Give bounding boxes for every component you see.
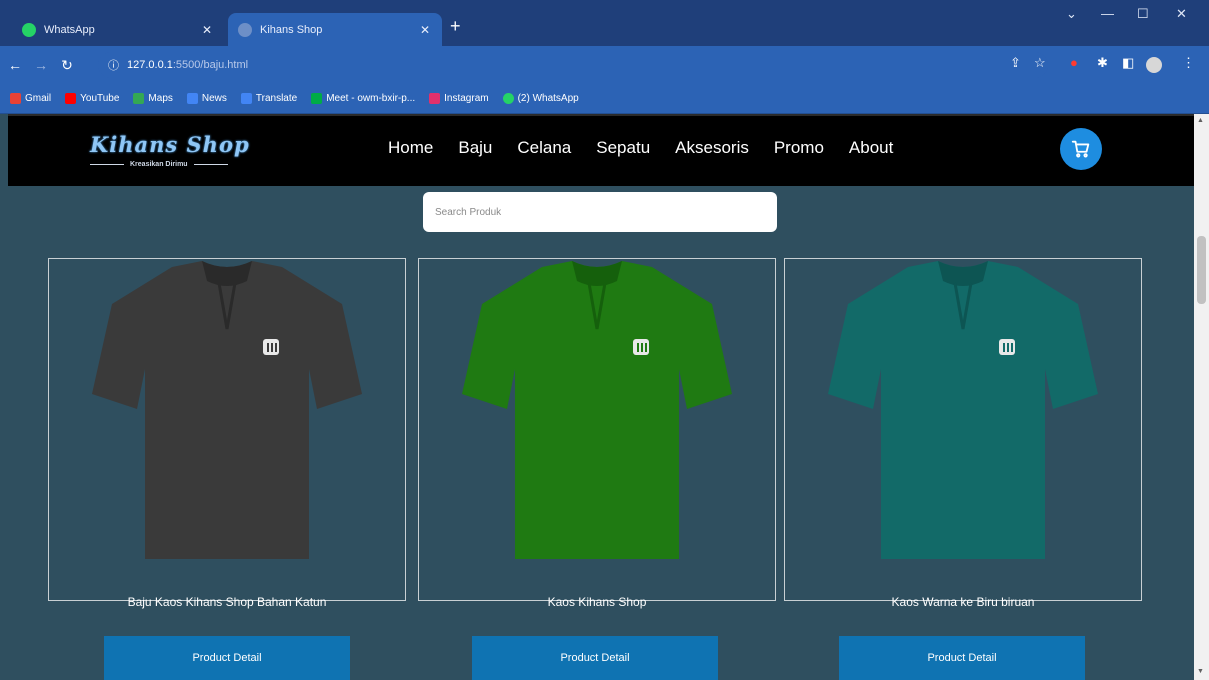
side-panel-icon[interactable]: ◧	[1122, 55, 1134, 71]
brand-logo-icon	[633, 339, 649, 355]
globe-icon	[238, 22, 252, 37]
bookmark-instagram[interactable]: Instagram	[429, 93, 489, 104]
site-logo[interactable]: Kihans Shop Kreasikan Dirimu	[90, 132, 290, 176]
product-title: Baju Kaos Kihans Shop Bahan Katun	[127, 595, 327, 609]
menu-promo[interactable]: Promo	[774, 138, 824, 158]
bookmark-label: Maps	[148, 93, 173, 104]
product-detail-button[interactable]: Product Detail	[839, 636, 1085, 680]
menu-kebab-icon[interactable]: ⋮	[1182, 55, 1195, 71]
close-window-button[interactable]: ✕	[1176, 6, 1187, 22]
scrollbar-thumb[interactable]	[1197, 236, 1206, 304]
close-icon[interactable]: ✕	[200, 23, 214, 37]
bookmarks-bar: Gmail YouTube Maps News Translate Meet -…	[0, 84, 1209, 114]
logo-name: Kihans Shop	[90, 132, 250, 157]
bookmark-label: Gmail	[25, 93, 52, 104]
product-card[interactable]: Kaos Kihans Shop	[418, 258, 776, 609]
back-icon[interactable]: ←	[4, 57, 26, 73]
product-image	[785, 259, 1141, 564]
reload-icon[interactable]: ↻	[56, 57, 78, 74]
bookmark-maps[interactable]: Maps	[133, 93, 173, 104]
close-icon[interactable]: ✕	[418, 23, 432, 37]
youtube-icon	[65, 93, 77, 104]
bookmark-label: Meet - owm-bxir-p...	[326, 93, 416, 104]
main-menu: Home Baju Celana Sepatu Aksesoris Promo …	[388, 138, 918, 158]
scroll-down-arrow-icon[interactable]: ▼	[1197, 668, 1204, 675]
divider	[193, 164, 228, 165]
url-host: 127.0.0.1	[127, 59, 173, 71]
product-card[interactable]: Kaos Warna ke Biru biruan	[784, 258, 1142, 609]
meet-icon	[311, 93, 323, 104]
browser-toolbar: ← → ↻ ⓘ 127.0.0.1:5500/baju.html ⇪ ☆ ● ✱…	[0, 46, 1209, 84]
product-image	[49, 259, 405, 564]
bookmark-label: (2) WhatsApp	[517, 93, 579, 104]
new-tab-button[interactable]: +	[450, 17, 461, 35]
brand-logo-icon	[999, 339, 1015, 355]
product-detail-button[interactable]: Product Detail	[472, 636, 718, 680]
bookmark-label: News	[201, 93, 227, 104]
maps-icon	[133, 93, 145, 104]
page-scrollbar[interactable]: ▲ ▼	[1194, 114, 1209, 680]
tab-whatsapp[interactable]: WhatsApp ✕	[12, 13, 224, 46]
bookmark-news[interactable]: News	[186, 93, 227, 104]
bookmark-label: YouTube	[80, 93, 120, 104]
bookmark-meet[interactable]: Meet - owm-bxir-p...	[311, 93, 415, 104]
bookmark-label: Translate	[255, 93, 298, 104]
polo-shirt-icon	[92, 261, 362, 559]
extensions-puzzle-icon[interactable]: ✱	[1097, 55, 1108, 71]
divider	[90, 164, 124, 165]
bookmark-youtube[interactable]: YouTube	[65, 93, 119, 104]
menu-aksesoris[interactable]: Aksesoris	[675, 138, 749, 158]
product-title: Kaos Kihans Shop	[547, 595, 647, 609]
menu-sepatu[interactable]: Sepatu	[596, 138, 650, 158]
minimize-button[interactable]: —	[1101, 6, 1114, 21]
tab-label: WhatsApp	[44, 23, 95, 36]
news-icon	[186, 93, 198, 104]
menu-about[interactable]: About	[849, 138, 893, 158]
polo-shirt-icon	[462, 261, 732, 559]
product-title: Kaos Warna ke Biru biruan	[891, 595, 1035, 609]
menu-baju[interactable]: Baju	[458, 138, 492, 158]
gmail-icon	[10, 93, 21, 104]
product-detail-button[interactable]: Product Detail	[104, 636, 350, 680]
bookmark-whatsapp[interactable]: (2) WhatsApp	[502, 93, 579, 104]
polo-shirt-icon	[828, 261, 1098, 559]
maximize-button[interactable]: ☐	[1137, 6, 1149, 22]
translate-icon	[240, 93, 252, 104]
logo-tagline-row: Kreasikan Dirimu	[90, 161, 290, 168]
logo-tagline: Kreasikan Dirimu	[130, 161, 188, 168]
brand-logo-icon	[263, 339, 279, 355]
product-image	[419, 259, 775, 564]
whatsapp-icon	[502, 93, 514, 104]
scroll-up-arrow-icon[interactable]: ▲	[1197, 117, 1204, 124]
address-bar[interactable]: ⓘ 127.0.0.1:5500/baju.html	[98, 52, 1048, 78]
bookmark-translate[interactable]: Translate	[240, 93, 298, 104]
share-icon[interactable]: ⇪	[1010, 55, 1021, 71]
extension-icon[interactable]: ●	[1070, 55, 1078, 70]
site-navbar: Kihans Shop Kreasikan Dirimu Home Baju C…	[8, 114, 1194, 186]
tab-kihans-shop[interactable]: Kihans Shop ✕	[228, 13, 442, 46]
page-viewport: Kihans Shop Kreasikan Dirimu Home Baju C…	[8, 114, 1194, 680]
forward-icon[interactable]: →	[30, 57, 52, 73]
tab-search-icon[interactable]: ⌄	[1066, 6, 1077, 22]
bookmark-label: Instagram	[444, 93, 489, 104]
product-card[interactable]: Baju Kaos Kihans Shop Bahan Katun	[48, 258, 406, 609]
bookmark-star-icon[interactable]: ☆	[1034, 55, 1046, 71]
menu-home[interactable]: Home	[388, 138, 433, 158]
url-path: :5500/baju.html	[172, 59, 249, 71]
instagram-icon	[429, 93, 441, 104]
info-icon[interactable]: ⓘ	[108, 57, 119, 73]
cart-button[interactable]	[1060, 128, 1102, 170]
whatsapp-icon	[22, 22, 36, 37]
search-input[interactable]	[423, 192, 777, 232]
menu-celana[interactable]: Celana	[517, 138, 571, 158]
cart-icon	[1071, 140, 1090, 158]
profile-avatar[interactable]	[1146, 57, 1162, 73]
bookmark-gmail[interactable]: Gmail	[10, 93, 51, 104]
tab-label: Kihans Shop	[260, 23, 323, 36]
browser-tab-bar: WhatsApp ✕ Kihans Shop ✕ + ⌄ — ☐ ✕	[0, 0, 1209, 46]
